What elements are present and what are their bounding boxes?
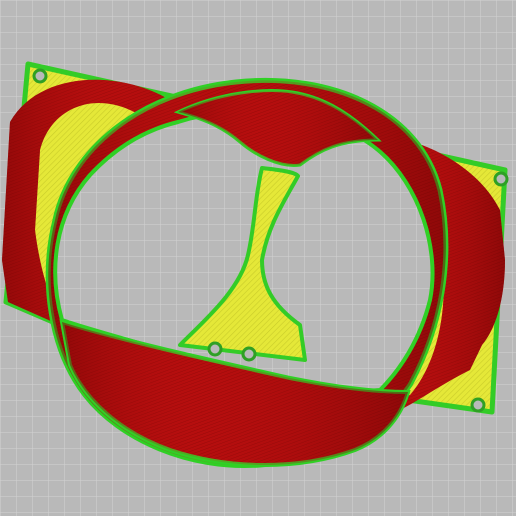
screw-hole-top-right bbox=[493, 171, 509, 187]
screw-hole-top-left bbox=[32, 68, 48, 84]
slicer-preview-viewport[interactable] bbox=[0, 0, 516, 516]
screw-hole-bottom-right bbox=[470, 397, 486, 413]
slicer-preview-canvas[interactable] bbox=[0, 0, 516, 516]
